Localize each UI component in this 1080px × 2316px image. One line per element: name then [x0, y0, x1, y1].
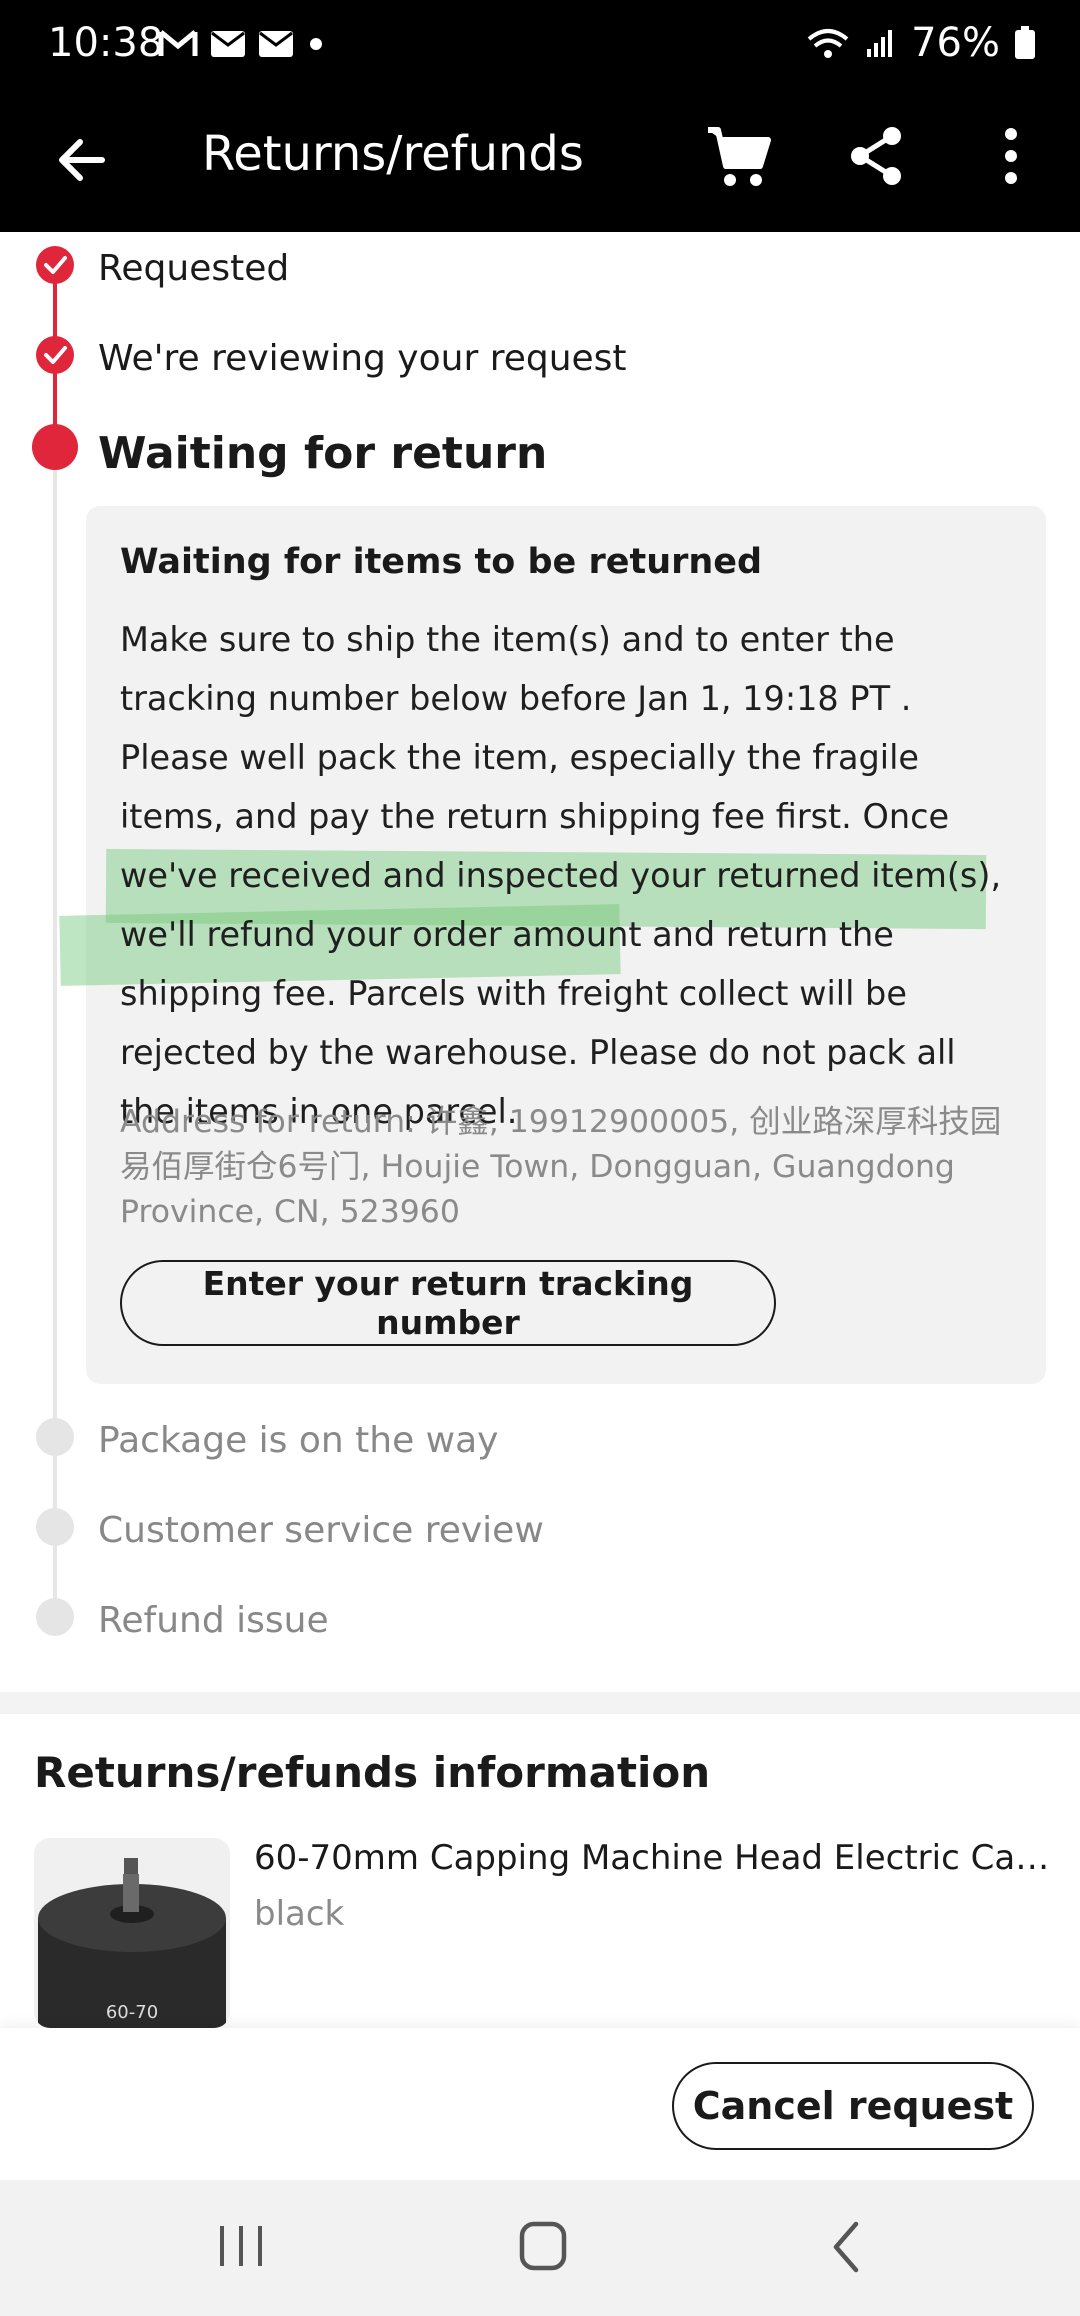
step-done-dot [36, 336, 74, 374]
step-pending-dot [36, 1508, 74, 1546]
battery-percent: 76% [911, 20, 1000, 66]
mail-icon [259, 31, 293, 57]
product-name[interactable]: 60-70mm Capping Machine Head Electric Ca… [254, 1838, 1054, 1878]
status-time: 10:38 [48, 20, 164, 66]
return-instructions-text: Make sure to ship the item(s) and to ent… [120, 620, 1002, 1131]
back-nav-icon[interactable] [826, 2220, 866, 2274]
page-title: Returns/refunds [202, 126, 584, 182]
bottom-action-bar: Cancel request [0, 2028, 1080, 2180]
wifi-icon [807, 29, 849, 58]
cart-icon[interactable] [704, 122, 774, 192]
image-label: 60-70 [106, 2002, 158, 2023]
return-instructions-card: Waiting for items to be returned Make su… [59, 506, 1046, 1384]
step-label-on-the-way: Package is on the way [98, 1420, 499, 1461]
step-pending-dot [36, 1598, 74, 1636]
system-nav-bar [0, 2180, 1080, 2316]
step-pending-dot [36, 1418, 74, 1456]
signal-icon [867, 30, 893, 57]
section-title: Returns/refunds information [34, 1748, 711, 1797]
notification-icons [158, 28, 326, 60]
home-icon[interactable] [518, 2218, 568, 2274]
app-bar: Returns/refunds [0, 92, 1080, 232]
status-bar: 10:38 76% [0, 0, 1080, 92]
return-address: Address for return: 许鑫, 19912900005, 创业路… [120, 1104, 1002, 1230]
card-title: Waiting for items to be returned [120, 542, 763, 582]
product-image[interactable]: 60-70 [34, 1838, 230, 2028]
check-icon [44, 346, 67, 364]
more-vert-icon[interactable] [996, 124, 1026, 188]
gmail-icon [158, 30, 198, 56]
step-active-dot [32, 424, 78, 470]
back-arrow-icon[interactable] [52, 130, 112, 190]
status-right: 76% [805, 20, 1036, 66]
mail-icon [211, 31, 245, 57]
section-divider [0, 1692, 1080, 1714]
share-icon[interactable] [846, 124, 906, 188]
recent-apps-icon[interactable] [216, 2220, 266, 2272]
step-done-dot [36, 246, 74, 284]
step-label-refund-issue: Refund issue [98, 1600, 329, 1641]
dot-icon [310, 38, 322, 50]
product-variant: black [254, 1894, 345, 1934]
step-label-customer-service: Customer service review [98, 1510, 544, 1551]
enter-tracking-number-button[interactable]: Enter your return tracking number [120, 1260, 776, 1346]
capping-head-image: 60-70 [34, 1838, 230, 2028]
step-label-requested: Requested [98, 248, 290, 289]
cancel-request-button[interactable]: Cancel request [672, 2062, 1034, 2150]
step-label-waiting: Waiting for return [98, 428, 548, 479]
check-icon [44, 256, 67, 274]
step-label-reviewing: We're reviewing your request [98, 338, 627, 379]
battery-icon [1015, 26, 1035, 59]
